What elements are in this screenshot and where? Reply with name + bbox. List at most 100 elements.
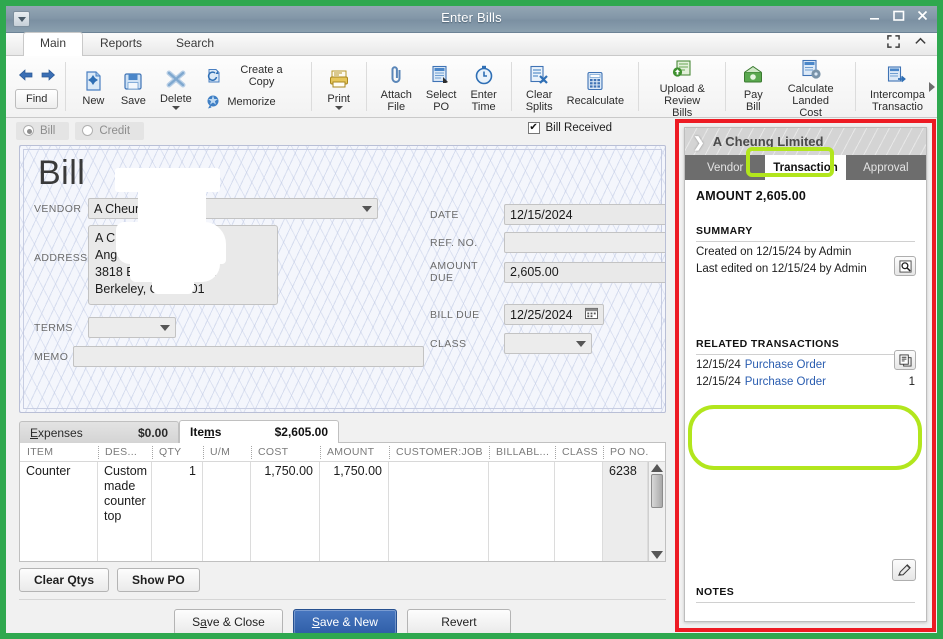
ribbon-tab-strip: Main Reports Search	[6, 32, 937, 56]
expand-icon[interactable]	[887, 35, 900, 53]
maximize-icon[interactable]	[892, 9, 905, 22]
cell-po-no[interactable]: 6238	[603, 462, 648, 561]
create-a-copy-button[interactable]: Create a Copy	[202, 63, 299, 89]
related-transaction-link[interactable]: Purchase Order	[745, 376, 826, 388]
chevron-right-icon[interactable]: ❯	[693, 135, 705, 149]
related-transaction-row[interactable]: 12/15/24 Purchase Order 1	[696, 372, 915, 389]
scroll-down-arrow-icon[interactable]	[651, 551, 663, 559]
upload-review-bills-button[interactable]: Upload & Review Bills	[646, 54, 718, 119]
bill-received-checkbox[interactable]: ✔ Bill Received	[527, 122, 612, 134]
cell-customer-job[interactable]	[389, 462, 489, 561]
new-button[interactable]: New	[73, 66, 113, 107]
column-header-po-no: PO NO.	[603, 443, 665, 462]
tab-items[interactable]: Items $2,605.00	[179, 420, 339, 443]
stopwatch-icon	[472, 63, 496, 87]
select-po-button[interactable]: Select PO	[419, 60, 464, 113]
delete-x-icon	[164, 67, 188, 91]
scrollbar-thumb[interactable]	[651, 474, 663, 508]
bill-due-input[interactable]: 12/25/2024	[504, 304, 604, 325]
revert-button[interactable]: Revert	[406, 609, 511, 635]
cell-um[interactable]	[203, 462, 251, 561]
recalculate-button[interactable]: Recalculate	[560, 66, 631, 107]
ref-no-label: REF. NO.	[430, 236, 478, 249]
clear-qtys-button[interactable]: Clear Qtys	[19, 568, 110, 592]
bill-due-label: BILL DUE	[430, 308, 480, 321]
terms-select[interactable]	[88, 317, 176, 338]
ref-no-input[interactable]	[504, 232, 665, 253]
tab-approval[interactable]: Approval	[845, 155, 926, 180]
calculate-landed-cost-button[interactable]: Calculate Landed Cost	[773, 54, 848, 119]
calendar-icon[interactable]	[665, 207, 666, 222]
vendor-input[interactable]: A Cheung Limited	[88, 198, 378, 219]
related-transaction-row[interactable]: 12/15/24 Purchase Order 1	[696, 355, 915, 372]
delete-button[interactable]: Delete	[153, 64, 198, 110]
tab-transaction[interactable]: Transaction	[765, 155, 846, 180]
related-transaction-link[interactable]: Purchase Order	[745, 359, 826, 371]
cell-qty[interactable]: 1	[152, 462, 203, 561]
address-row: ADDRESS A Cheung Limited Angela Cheung 3…	[34, 225, 424, 305]
ribbon-tab-search[interactable]: Search	[159, 32, 231, 55]
radio-credit[interactable]: Credit	[75, 121, 145, 140]
amount-due-label: AMOUNT DUE	[430, 260, 478, 284]
ribbon-group-upload: Upload & Review Bills	[641, 54, 723, 119]
save-and-new-button[interactable]: Save & New	[292, 609, 397, 635]
tab-vendor[interactable]: Vendor	[685, 155, 766, 180]
print-dropdown-caret-icon[interactable]	[334, 105, 343, 110]
date-input[interactable]: 12/15/2024	[504, 204, 666, 225]
radio-bill[interactable]: Bill	[16, 121, 70, 140]
cell-billable[interactable]	[489, 462, 555, 561]
column-header-billable: BILLABL...	[489, 443, 555, 462]
pay-bill-button[interactable]: Pay Bill	[733, 60, 773, 113]
amount-due-input[interactable]: 2,605.00	[504, 261, 665, 283]
cell-class[interactable]	[555, 462, 603, 561]
show-po-button[interactable]: Show PO	[117, 568, 200, 592]
scroll-up-arrow-icon[interactable]	[651, 464, 663, 472]
reports-icon[interactable]	[894, 350, 916, 370]
redaction-smudge	[115, 168, 220, 192]
print-button[interactable]: Print	[319, 64, 359, 110]
pencil-icon[interactable]	[892, 559, 916, 581]
close-icon[interactable]	[916, 9, 929, 22]
forward-arrow-icon[interactable]	[40, 68, 56, 87]
cell-amount[interactable]: 1,750.00	[320, 462, 389, 561]
cell-description[interactable]: Custom made counter top	[98, 462, 152, 561]
class-select[interactable]	[504, 333, 592, 354]
new-document-icon	[81, 69, 105, 93]
back-arrow-icon[interactable]	[18, 68, 34, 87]
line-items-scrollbar[interactable]	[648, 462, 665, 561]
attach-file-button[interactable]: Attach File	[374, 60, 419, 113]
class-dropdown-caret-icon[interactable]	[576, 340, 586, 347]
table-row[interactable]: Counter Custom made counter top 1 1,750.…	[20, 462, 648, 561]
minimize-icon[interactable]	[868, 9, 881, 22]
ribbon-group-intercompany: Intercompa Transactio	[858, 56, 937, 117]
related-transaction-date: 12/15/24	[696, 376, 741, 388]
summary-heading: SUMMARY	[696, 225, 915, 242]
cell-item[interactable]: Counter	[20, 462, 98, 561]
bill-due-calendar-icon[interactable]	[585, 307, 598, 322]
pay-bill-icon	[741, 63, 765, 87]
enter-time-button[interactable]: Enter Time	[463, 60, 503, 113]
delete-dropdown-caret-icon[interactable]	[171, 105, 180, 110]
terms-dropdown-caret-icon[interactable]	[160, 324, 170, 331]
memorize-button[interactable]: Memorize	[202, 93, 299, 111]
ribbon-tab-reports[interactable]: Reports	[83, 32, 159, 55]
memo-input[interactable]	[72, 346, 424, 367]
magnifier-icon[interactable]	[894, 256, 916, 276]
select-po-icon	[429, 63, 453, 87]
tab-expenses[interactable]: Expenses $0.00	[19, 421, 179, 443]
sidebar-header[interactable]: ❯ A Cheung Limited	[685, 128, 926, 155]
save-and-close-button[interactable]: Save & Close	[174, 609, 283, 635]
find-button[interactable]: Find	[15, 89, 59, 109]
ribbon-separator	[510, 62, 512, 111]
save-button[interactable]: Save	[113, 66, 153, 107]
intercompany-transactions-button[interactable]: Intercompa Transactio	[863, 60, 932, 113]
ribbon-tab-main[interactable]: Main	[23, 32, 84, 56]
vendor-dropdown-caret-icon[interactable]	[362, 205, 372, 212]
cell-cost[interactable]: 1,750.00	[251, 462, 320, 561]
summary-created-row: Created on 12/15/24 by Admin	[696, 246, 852, 258]
chevron-up-icon[interactable]	[914, 35, 927, 53]
clear-splits-button[interactable]: Clear Splits	[519, 60, 560, 113]
ribbon-separator	[638, 62, 640, 111]
ribbon-overflow-arrow-icon[interactable]	[929, 81, 935, 92]
line-items-grid: ITEM DES... QTY U/M COST AMOUNT CUSTOMER…	[19, 442, 666, 562]
